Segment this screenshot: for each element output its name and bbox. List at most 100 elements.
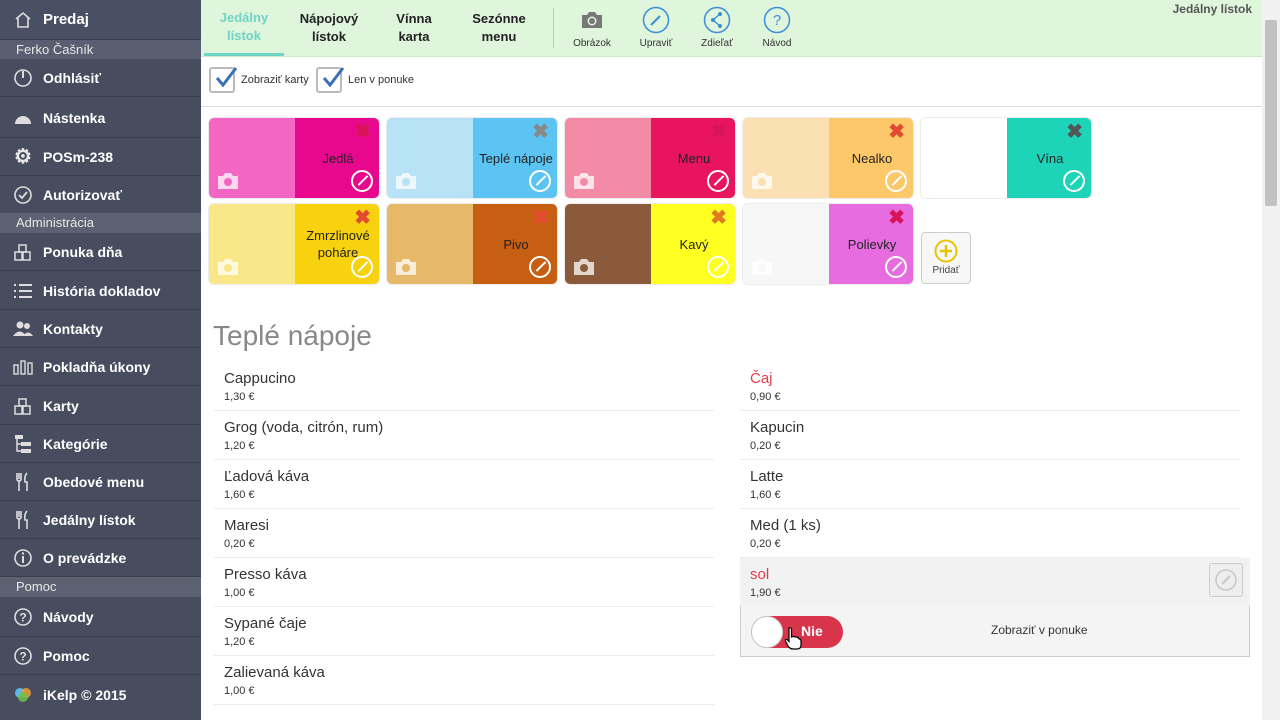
plus-icon (934, 239, 958, 263)
item-price: 1,90 € (750, 587, 781, 599)
sidebar-item-obedove[interactable]: Obedové menu (0, 463, 201, 501)
gear-icon: ⚙ (14, 146, 32, 168)
menu-item[interactable]: Latte 1,60 € (740, 460, 1240, 509)
sidebar-item-label: O prevádzke (43, 549, 127, 566)
tab-label: Nápojový lístok (299, 11, 359, 44)
brand: iKelp © 2015 (0, 676, 201, 714)
sidebar-item-navody[interactable]: ? Návody (0, 597, 201, 637)
top-toolbar: Jedálny lístok Nápojový lístok Vínna kar… (201, 0, 1262, 57)
category-tile[interactable]: Vína ✖ (920, 117, 1092, 199)
item-name: Ľadová káva (224, 468, 310, 485)
camera-icon[interactable] (395, 258, 417, 276)
item-price: 1,00 € (224, 587, 255, 599)
camera-icon[interactable] (751, 258, 773, 276)
share-button[interactable]: Zdieľať (687, 6, 747, 49)
category-tile[interactable]: Jedlá ✖ (208, 117, 380, 199)
tab-vinna-karta[interactable]: Vínna karta (374, 0, 454, 56)
sidebar-item-nastenka[interactable]: Nástenka (0, 98, 201, 138)
camera-icon[interactable] (573, 172, 595, 190)
edit-icon[interactable] (707, 256, 729, 278)
menu-item[interactable]: Sypané čaje 1,20 € (214, 607, 714, 656)
menu-item[interactable]: sol 1,90 € (740, 558, 1250, 607)
camera-icon[interactable] (395, 172, 417, 190)
category-tile[interactable]: Menu ✖ (564, 117, 736, 199)
sidebar-item-pokladna[interactable]: Pokladňa úkony (0, 348, 201, 386)
edit-icon[interactable] (529, 256, 551, 278)
offer-icon (12, 241, 34, 263)
tool-label: Obrázok (573, 38, 611, 49)
camera-icon[interactable] (217, 258, 239, 276)
sidebar-item-karty[interactable]: Karty (0, 387, 201, 425)
camera-icon[interactable] (929, 172, 951, 190)
edit-icon[interactable] (1063, 170, 1085, 192)
delete-icon[interactable]: ✖ (354, 208, 371, 228)
item-name: Med (1 ks) (750, 517, 821, 534)
delete-icon[interactable]: ✖ (888, 122, 905, 142)
edit-icon[interactable] (529, 170, 551, 192)
edit-icon[interactable] (351, 170, 373, 192)
sidebar-item-prevadzka[interactable]: O prevádzke (0, 539, 201, 577)
edit-icon[interactable] (885, 170, 907, 192)
menu-item[interactable]: Zalievaná káva 1,00 € (214, 656, 714, 705)
item-price: 0,20 € (224, 538, 255, 550)
sidebar-item-logout[interactable]: Odhlásiť (0, 59, 201, 97)
menu-item[interactable]: Presso káva 1,00 € (214, 558, 714, 607)
delete-icon[interactable]: ✖ (710, 122, 727, 142)
sidebar-item-kategorie[interactable]: Kategórie (0, 425, 201, 463)
edit-icon[interactable] (707, 170, 729, 192)
add-category-button[interactable]: Pridať (921, 232, 971, 284)
menu-item[interactable]: Grog (voda, citrón, rum) 1,20 € (214, 411, 714, 460)
show-cards-checkbox[interactable]: Zobraziť karty (209, 67, 309, 93)
sidebar-item-label: Obedové menu (43, 473, 145, 490)
category-tile[interactable]: Polievky ✖ (742, 203, 914, 285)
camera-icon[interactable] (217, 172, 239, 190)
sidebar-item-authorize[interactable]: Autorizovať (0, 176, 201, 214)
item-edit-button[interactable] (1209, 563, 1243, 597)
category-tile[interactable]: Kavý ✖ (564, 203, 736, 285)
only-menu-checkbox[interactable]: Len v ponuke (316, 67, 414, 93)
category-tile[interactable]: Zmrzlinové poháre ✖ (208, 203, 380, 285)
edit-button[interactable]: Upraviť (626, 6, 686, 49)
sidebar-item-ponuka[interactable]: Ponuka dňa (0, 233, 201, 271)
camera-icon[interactable] (573, 258, 595, 276)
scrollbar[interactable] (1262, 0, 1280, 720)
category-tile[interactable]: Teplé nápoje ✖ (386, 117, 558, 199)
delete-icon[interactable]: ✖ (354, 122, 371, 142)
help-button[interactable]: ? Návod (747, 6, 807, 49)
delete-icon[interactable]: ✖ (532, 208, 549, 228)
scrollbar-thumb[interactable] (1265, 20, 1277, 206)
category-title: Teplé nápoje (213, 320, 372, 351)
menu-item[interactable]: Cappucino 1,30 € (214, 362, 714, 411)
item-price: 1,20 € (224, 636, 255, 648)
svg-text:?: ? (773, 12, 781, 29)
sidebar-item-label: Odhlásiť (43, 69, 102, 86)
delete-icon[interactable]: ✖ (888, 208, 905, 228)
edit-icon[interactable] (885, 256, 907, 278)
delete-icon[interactable]: ✖ (532, 122, 549, 142)
item-name: Sypané čaje (224, 615, 307, 632)
category-tile[interactable]: Pivo ✖ (386, 203, 558, 285)
camera-icon[interactable] (751, 172, 773, 190)
menu-item[interactable]: Čaj 0,90 € (740, 362, 1240, 411)
sidebar-item-jedalny[interactable]: Jedálny lístok (0, 501, 201, 539)
sidebar-item-pomoc[interactable]: ? Pomoc (0, 637, 201, 675)
add-label: Pridať (932, 265, 960, 276)
sidebar-item-kontakty[interactable]: Kontakty (0, 310, 201, 348)
delete-icon[interactable]: ✖ (1066, 122, 1083, 142)
tile-label: Pivo (503, 236, 529, 252)
sidebar-item-predaj[interactable]: Predaj (0, 0, 201, 40)
category-tile[interactable]: Nealko ✖ (742, 117, 914, 199)
menu-item[interactable]: Med (1 ks) 0,20 € (740, 509, 1240, 558)
image-button[interactable]: Obrázok (562, 6, 622, 49)
sidebar-item-label: História dokladov (43, 282, 161, 299)
tab-sezonne-menu[interactable]: Sezónne menu (459, 0, 539, 56)
sidebar-item-pos[interactable]: ⚙ POSm-238 (0, 138, 201, 176)
tab-napojovy-listok[interactable]: Nápojový lístok (289, 0, 369, 56)
delete-icon[interactable]: ✖ (710, 208, 727, 228)
menu-item[interactable]: Kapucin 0,20 € (740, 411, 1240, 460)
menu-item[interactable]: Maresi 0,20 € (214, 509, 714, 558)
menu-item[interactable]: Ľadová káva 1,60 € (214, 460, 714, 509)
tab-jedalny-listok[interactable]: Jedálny lístok (204, 0, 284, 56)
edit-icon[interactable] (351, 256, 373, 278)
sidebar-item-historia[interactable]: História dokladov (0, 272, 201, 310)
